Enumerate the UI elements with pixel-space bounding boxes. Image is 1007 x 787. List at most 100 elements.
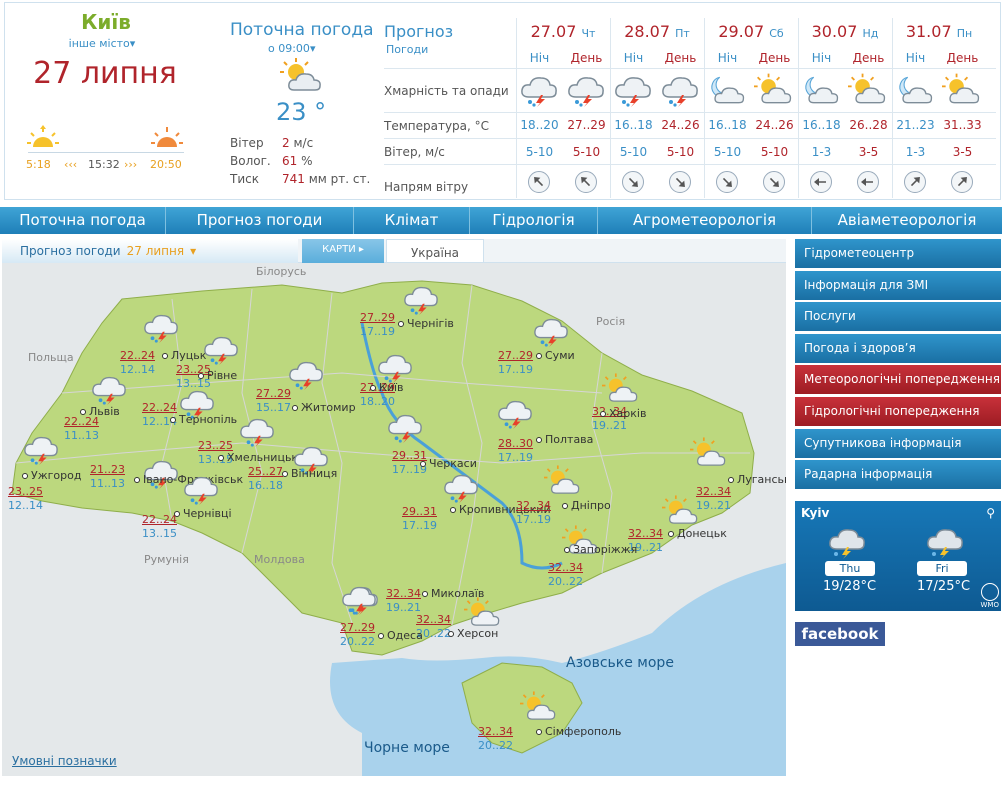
- city-name[interactable]: Донецьк: [668, 527, 727, 540]
- city-name[interactable]: Ужгород: [22, 469, 81, 482]
- sunrise-icon: [27, 125, 59, 147]
- part-of-day-label: Ніч: [811, 51, 832, 65]
- city-name[interactable]: Полтава: [536, 433, 593, 446]
- city-name[interactable]: Чернігів: [398, 317, 454, 330]
- change-city-link[interactable]: інше місто▾: [62, 37, 142, 50]
- nav-climate[interactable]: Клімат: [354, 207, 470, 234]
- part-of-day-label: День: [664, 51, 697, 65]
- search-icon[interactable]: ⚲: [986, 506, 995, 520]
- city-name[interactable]: Львів: [80, 405, 120, 418]
- forecast-wind: 3-5: [858, 145, 879, 159]
- humidity-row: Волог. 61 %: [230, 154, 313, 168]
- forecast-wind: 3-5: [952, 145, 973, 159]
- country-label: Молдова: [254, 553, 305, 566]
- forecast-subtitle: Погоди: [386, 43, 429, 56]
- map-tabbar: Прогноз погоди 27 липня ▾ КАРТИ ▸ Україна: [2, 239, 786, 263]
- main-nav: Поточна погода Прогноз погоди Клімат Гід…: [0, 207, 1002, 234]
- part-of-day-label: Ніч: [905, 51, 926, 65]
- forecast-temp: 26..28: [849, 118, 888, 132]
- country-label: Польща: [28, 351, 74, 364]
- city-name[interactable]: Луганськ: [728, 473, 786, 486]
- sun-cloud-icon: [942, 72, 982, 112]
- city-name[interactable]: Луцьк: [162, 349, 206, 362]
- forecast-temp: 27..29: [567, 118, 606, 132]
- day-length: 15:32: [88, 158, 120, 171]
- sidebar-item[interactable]: Гідрометеоцентр: [795, 239, 1001, 268]
- nav-current-weather[interactable]: Поточна погода: [0, 207, 166, 234]
- city-name[interactable]: Дніпро: [562, 499, 611, 512]
- city-forecast: 32..34 19..21: [696, 485, 731, 512]
- city-forecast: 27..29 15..17: [256, 387, 291, 414]
- tab-forecast[interactable]: Прогноз погоди 27 липня ▾: [2, 239, 298, 263]
- city-forecast: 32..34 19..21: [386, 587, 421, 614]
- city-name[interactable]: Суми: [536, 349, 575, 362]
- sidebar-item[interactable]: Гідрологічні попередження: [795, 396, 1001, 426]
- chevron-down-icon: ▾: [309, 42, 316, 55]
- wind-direction-icon: [857, 171, 879, 193]
- forecast-temp: 18..20: [520, 118, 559, 132]
- city-name[interactable]: Тернопіль: [170, 413, 237, 426]
- city-name[interactable]: Запоріжжя: [564, 543, 637, 556]
- selected-date: 27 липня: [33, 56, 177, 91]
- city-forecast: 22..24 13..15: [142, 513, 177, 540]
- sea-label: Азовське море: [566, 655, 674, 671]
- wmo-city: Kyiv: [801, 506, 830, 520]
- sunrise-time: 5:18: [26, 158, 51, 171]
- city-name[interactable]: Херсон: [448, 627, 498, 640]
- cloud-rain-storm-icon: [660, 72, 700, 112]
- facebook-button[interactable]: facebook: [795, 622, 885, 646]
- nav-aviameteorology[interactable]: Авіаметеорологія: [812, 207, 1002, 234]
- sidebar-item[interactable]: Погода і здоров’я: [795, 333, 1001, 363]
- wind-direction-icon: [763, 171, 785, 193]
- city-name[interactable]: Сімферополь: [536, 725, 621, 738]
- city-forecast: 22..24 11..13: [64, 415, 99, 442]
- arrows-right-icon: ›››: [124, 158, 138, 171]
- sidebar-menu: Гідрометеоцентр Інформація для ЗМІ Послуги…: [795, 239, 1001, 492]
- city-name: Київ: [81, 10, 131, 34]
- city-name[interactable]: Черкаси: [420, 457, 477, 470]
- divider: [384, 138, 996, 139]
- wind-direction-icon: [575, 171, 597, 193]
- sidebar-item[interactable]: Супутникова інформація: [795, 428, 1001, 458]
- chevron-right-icon: ▸: [358, 244, 364, 255]
- sun-cloud-icon: [280, 58, 321, 91]
- sidebar-item[interactable]: Радарна інформація: [795, 460, 1001, 490]
- wmo-temp: 17/25°C: [917, 579, 971, 594]
- sidebar-item[interactable]: Послуги: [795, 302, 1001, 332]
- nav-forecast[interactable]: Прогноз погоди: [166, 207, 354, 234]
- forecast-temp: 16..18: [802, 118, 841, 132]
- part-of-day-label: Ніч: [529, 51, 550, 65]
- forecast-wind: 5-10: [572, 145, 601, 159]
- forecast-temp: 16..18: [614, 118, 653, 132]
- city-name[interactable]: Одеса: [378, 629, 423, 642]
- weather-map: Білорусь Польща Росія Румунія Молдова Аз…: [2, 263, 786, 776]
- cloud-rain-storm-icon: [566, 72, 606, 112]
- city-name[interactable]: Рівне: [198, 369, 237, 382]
- cloud-rain-storm-icon: [927, 529, 963, 559]
- city-name[interactable]: Харків: [600, 407, 646, 420]
- forecast-wind: 5-10: [760, 145, 789, 159]
- wmo-logo-text: WMO: [980, 601, 999, 609]
- nav-agrometeorology[interactable]: Агрометеорологія: [598, 207, 812, 234]
- divider: [892, 18, 893, 198]
- forecast-temp: 24..26: [755, 118, 794, 132]
- wmo-weather-widget[interactable]: Kyiv ⚲ Thu Fri 19/28°C 17/25°C WMO: [795, 501, 1001, 611]
- forecast-temp: 21..23: [896, 118, 935, 132]
- tab-ukraine[interactable]: Україна: [386, 239, 484, 263]
- divider: [384, 68, 996, 69]
- forecast-wind: 5-10: [619, 145, 648, 159]
- city-name[interactable]: Вінниця: [282, 467, 337, 480]
- city-forecast: 27..29 17..19: [360, 311, 395, 338]
- tab-maps[interactable]: КАРТИ ▸: [302, 239, 384, 263]
- city-forecast: 32..34 20..22: [478, 725, 513, 752]
- wind-direction-icon: [716, 171, 738, 193]
- city-name[interactable]: Чернівці: [174, 507, 232, 520]
- city-name[interactable]: Житомир: [292, 401, 356, 414]
- map-legend-link[interactable]: Умовні позначки: [12, 754, 117, 768]
- sidebar-item[interactable]: Інформація для ЗМІ: [795, 270, 1001, 300]
- city-name[interactable]: Київ: [370, 381, 404, 394]
- sidebar-item[interactable]: Метеорологічні попередження: [795, 365, 1001, 395]
- current-time-select[interactable]: о 09:00▾: [268, 42, 315, 55]
- city-forecast: 32..34 20..22: [548, 561, 583, 588]
- nav-hydrology[interactable]: Гідрологія: [470, 207, 598, 234]
